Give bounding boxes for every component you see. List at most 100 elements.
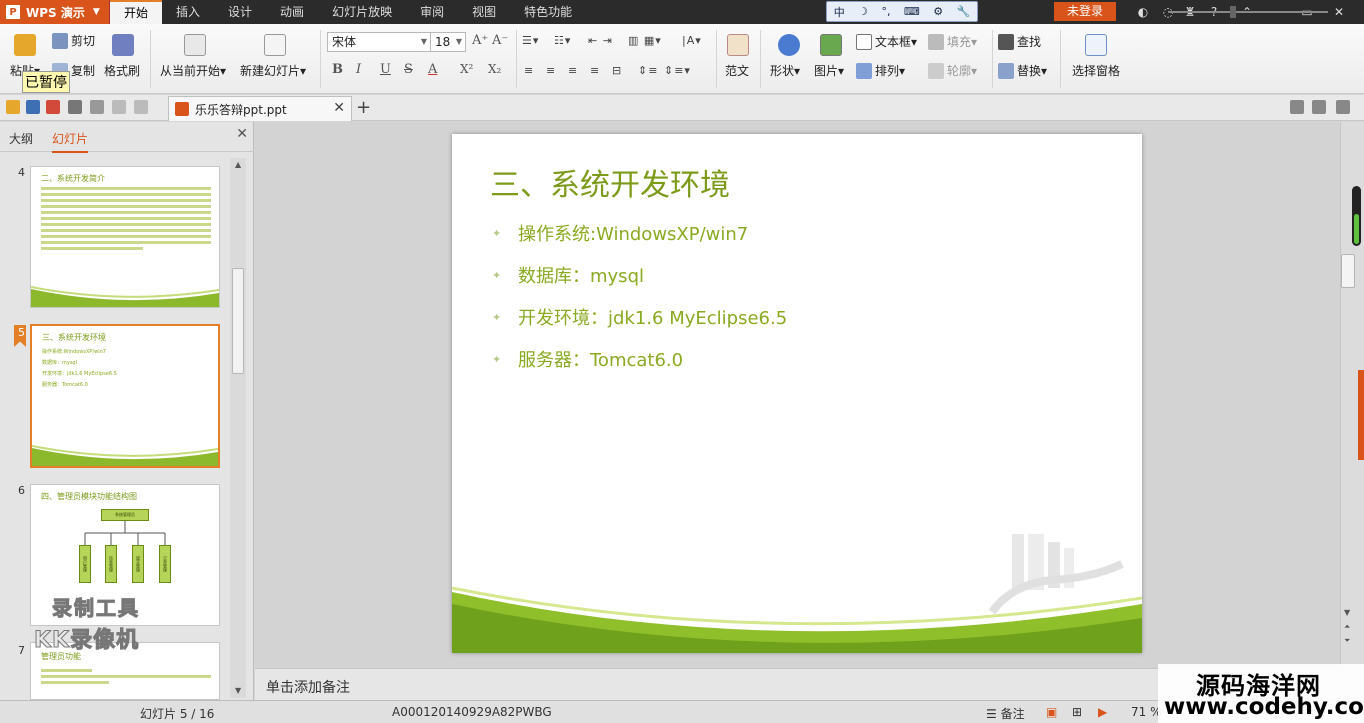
format-painter-button[interactable]: 格式刷 [104, 62, 140, 79]
fill-button[interactable]: 填充 ▾ [928, 33, 977, 50]
line-spacing-icon[interactable]: ⇕≡ [638, 64, 658, 77]
tab-animation[interactable]: 动画 [266, 0, 318, 24]
scroll-down-icon[interactable]: ▼ [235, 686, 241, 695]
numbering-icon[interactable]: ☷▾ [554, 34, 571, 47]
columns-icon[interactable]: ▥ ▦▾ [628, 34, 662, 47]
shape-button[interactable]: 形状 ▾ [770, 62, 800, 79]
punctuation-icon[interactable]: °, [881, 5, 890, 18]
slides-scrollbar[interactable] [230, 158, 246, 698]
zoom-slider[interactable] [1168, 11, 1328, 13]
play-slideshow-icon[interactable]: ▶ [1098, 705, 1107, 719]
restore-doc-icon[interactable] [1336, 100, 1350, 114]
tab-view[interactable]: 视图 [458, 0, 510, 24]
from-current-button[interactable]: 从当前开始 ▾ [160, 62, 226, 79]
strikethrough-button[interactable]: S [404, 62, 413, 77]
slide-scrollbar-thumb[interactable] [1341, 254, 1355, 288]
tab-slideshow[interactable]: 幻灯片放映 [318, 0, 406, 24]
print-preview-icon[interactable] [90, 100, 104, 114]
print-icon[interactable] [68, 100, 82, 114]
picture-button[interactable]: 图片 ▾ [814, 62, 844, 79]
slideshow-icon[interactable] [184, 34, 206, 56]
slide-bullet[interactable]: ✦ 服务器：Tomcat6.0 [492, 346, 683, 372]
font-name-combo[interactable]: 宋体 ▼ [327, 32, 431, 52]
slide-canvas[interactable]: 三、系统开发环境 ✦ 操作系统:WindowsXP/win7 ✦ 数据库：mys… [452, 134, 1142, 653]
align-center-icon[interactable]: ≡ [546, 64, 556, 77]
align-left-icon[interactable]: ≡ [524, 64, 534, 77]
shrink-font-icon[interactable]: A⁻ [492, 33, 508, 48]
align-right-icon[interactable]: ≡ [568, 64, 578, 77]
notes-toggle-button[interactable]: ☰ 备注 [986, 705, 1025, 722]
paragraph-spacing-icon[interactable]: ⇕≡▾ [664, 64, 691, 77]
prev-slide-icon[interactable]: ⏶ [1344, 622, 1350, 632]
slide-thumbnail-5[interactable]: 三、系统开发环境 操作系统:WindowsXP/win7 数据库：mysql 开… [30, 324, 220, 468]
undo-icon[interactable] [112, 100, 126, 114]
format-painter-icon[interactable] [112, 34, 134, 56]
subscript-button[interactable]: X₂ [488, 62, 501, 76]
keyboard-icon[interactable]: ⌨ [904, 5, 920, 18]
shape-icon[interactable] [778, 34, 800, 56]
zoom-slider-knob[interactable] [1230, 6, 1236, 18]
tab-home[interactable]: 开始 [110, 0, 163, 24]
justify-icon[interactable]: ≡ [590, 64, 600, 77]
new-tab-button[interactable]: + [356, 97, 371, 118]
ime-mode-icon[interactable]: 中 [834, 4, 845, 20]
font-size-combo[interactable]: 18 ▼ [430, 32, 466, 52]
arrange-button[interactable]: 排列 ▾ [856, 62, 905, 79]
close-window-button[interactable]: ✕ [1326, 0, 1352, 24]
superscript-button[interactable]: X² [460, 62, 473, 76]
tab-outline[interactable]: 大纲 [9, 130, 33, 147]
cut-button[interactable]: 剪切 [52, 32, 95, 49]
document-tab[interactable]: 乐乐答辩ppt.ppt ✕ [168, 96, 352, 121]
slide-bullet[interactable]: ✦ 开发环境：jdk1.6 MyEclipse6.5 [492, 304, 787, 330]
slide-sorter-icon[interactable]: ⊞ [1072, 705, 1082, 719]
tab-review[interactable]: 审阅 [406, 0, 458, 24]
outline-button[interactable]: 轮廓 ▾ [928, 62, 977, 79]
app-menu-button[interactable]: P WPS 演示 ▼ [0, 0, 110, 24]
tab-special[interactable]: 特色功能 [510, 0, 586, 24]
picture-icon[interactable] [820, 34, 842, 56]
login-button[interactable]: 未登录 [1054, 2, 1116, 21]
grow-font-icon[interactable]: A⁺ [472, 33, 488, 48]
tab-insert[interactable]: 插入 [162, 0, 214, 24]
new-slide-icon[interactable] [264, 34, 286, 56]
moon-icon[interactable]: ☽ [858, 5, 868, 18]
slides-scrollbar-thumb[interactable] [232, 268, 244, 374]
text-direction-icon[interactable]: |A▾ [682, 34, 702, 47]
slide-title[interactable]: 三、系统开发环境 [490, 160, 730, 204]
new-slide-button[interactable]: 新建幻灯片 ▾ [240, 62, 306, 79]
settings-icon[interactable]: ⚙ [933, 5, 943, 18]
paste-icon[interactable] [14, 34, 36, 56]
side-panel-handle[interactable] [1358, 370, 1364, 460]
selection-pane-icon[interactable] [1085, 34, 1107, 56]
scroll-down-icon[interactable]: ▼ [1344, 608, 1350, 617]
find-button[interactable]: 查找 [998, 33, 1041, 50]
template-icon[interactable] [727, 34, 749, 56]
bullets-icon[interactable]: ☰▾ [522, 34, 539, 47]
pin-icon[interactable] [1290, 100, 1304, 114]
distribute-icon[interactable]: ⊟ [612, 64, 622, 77]
font-color-button[interactable]: A [428, 62, 437, 77]
save-icon[interactable] [26, 100, 40, 114]
template-button[interactable]: 范文 [725, 62, 749, 79]
scroll-up-icon[interactable]: ▲ [235, 160, 241, 169]
textbox-button[interactable]: 文本框 ▾ [856, 33, 917, 50]
indent-icons[interactable]: ⇤ ⇥ [588, 34, 613, 47]
next-slide-icon[interactable]: ⏷ [1344, 636, 1350, 646]
bold-button[interactable]: B [332, 62, 343, 77]
close-panel-icon[interactable]: ✕ [236, 126, 248, 142]
underline-button[interactable]: U [380, 62, 391, 77]
normal-view-icon[interactable]: ▣ [1046, 705, 1057, 719]
ime-toolbar[interactable]: 中 ☽ °, ⌨ ⚙ 🔧 [826, 1, 978, 22]
export-pdf-icon[interactable] [46, 100, 60, 114]
italic-button[interactable]: I [356, 62, 361, 77]
skin-icon[interactable]: ◐ [1130, 0, 1156, 24]
slide-bullet[interactable]: ✦ 数据库：mysql [492, 262, 644, 288]
open-icon[interactable] [6, 100, 20, 114]
wrench-icon[interactable]: 🔧 [957, 5, 971, 18]
close-tab-icon[interactable]: ✕ [333, 100, 345, 116]
slide-bullet[interactable]: ✦ 操作系统:WindowsXP/win7 [492, 220, 748, 246]
tab-design[interactable]: 设计 [214, 0, 266, 24]
tab-slides[interactable]: 幻灯片 [52, 130, 89, 153]
redo-icon[interactable] [134, 100, 148, 114]
slide-thumbnail-4[interactable]: 二、系统开发简介 [30, 166, 220, 308]
